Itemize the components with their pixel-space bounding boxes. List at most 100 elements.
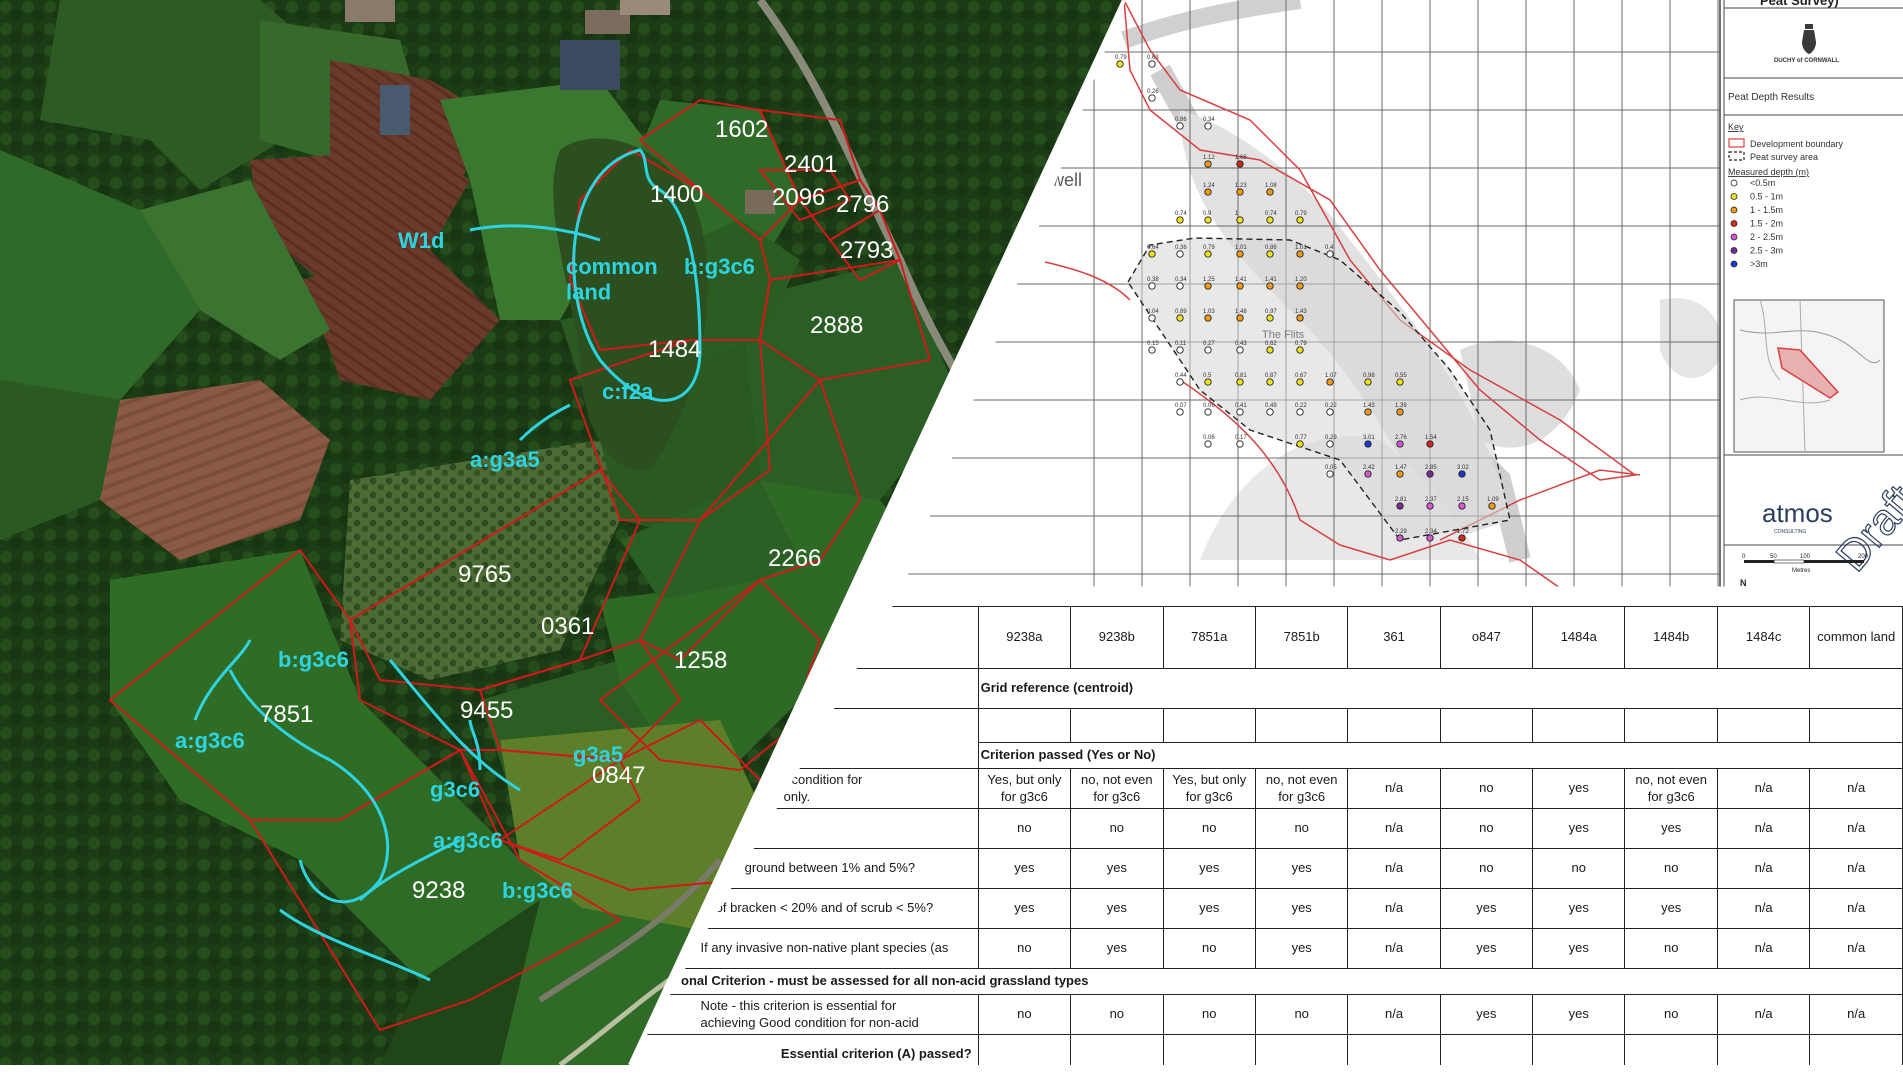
table-cell: yes: [1162, 888, 1256, 929]
table-cell: yes: [1439, 888, 1534, 929]
table-cell: no: [1162, 928, 1256, 969]
depth-point-marker: [1116, 60, 1124, 68]
depth-value-label: 0.06: [1203, 435, 1215, 441]
depth-point-marker: [1364, 440, 1372, 448]
depth-point-marker: [1296, 440, 1304, 448]
table-row: ght varied? no no no no n/a no yes yes n…: [630, 808, 1903, 849]
habitat-label: W1d: [398, 228, 444, 253]
table-cell: yes: [1254, 888, 1349, 929]
depth-value-label: 1.23: [1235, 183, 1247, 189]
section-heading: onal Criterion - must be assessed for al…: [630, 968, 1903, 995]
depth-point-marker: [1148, 346, 1156, 354]
table-cell: n/a: [1716, 848, 1811, 889]
table-cell: no: [1624, 994, 1718, 1035]
scale-label: 100: [1800, 554, 1811, 560]
depth-value-label: 0.06: [1203, 403, 1215, 409]
depth-value-label: 0.81: [1235, 373, 1247, 379]
depth-value-label: 1.48: [1235, 309, 1247, 315]
map-title: Peat Depth Results: [1728, 92, 1814, 103]
habitat-label: g3c6: [430, 777, 480, 802]
depth-value-label: 1.24: [1203, 183, 1215, 189]
depth-value-label: 0.22: [1325, 403, 1337, 409]
depth-point-marker: [1204, 440, 1212, 448]
table-cell: no: [1439, 848, 1534, 889]
depth-point-marker: [1296, 346, 1304, 354]
legend-swatch: [1730, 193, 1738, 200]
depth-value-label: 0.26: [1147, 89, 1159, 95]
table-cell: n/a: [1716, 994, 1811, 1035]
table-cell: no, not even for g3c6: [1624, 768, 1718, 809]
depth-value-label: 1.72: [1457, 529, 1469, 535]
table-cell: yes: [1254, 848, 1349, 889]
depth-point-marker: [1426, 534, 1434, 542]
table-cell: yes: [1532, 888, 1626, 929]
legend-swatch: [1730, 179, 1738, 187]
depth-point-marker: [1266, 188, 1274, 196]
parcel-number: 9455: [460, 697, 513, 724]
depth-value-label: 0.67: [1295, 373, 1307, 379]
depth-value-label: 0.86: [1175, 117, 1187, 123]
depth-point-marker: [1266, 346, 1274, 354]
table-cell: yes: [977, 888, 1072, 929]
depth-value-label: 0.5: [1203, 373, 1212, 379]
column-header: 1484a: [1532, 606, 1626, 669]
parcel-number: 2096: [772, 184, 825, 211]
depth-point-marker: [1204, 346, 1212, 354]
depth-value-label: 1.08: [1265, 183, 1277, 189]
table-cell: no: [977, 808, 1072, 849]
parcel-number: 2888: [810, 312, 863, 339]
table-cell: n/a: [1347, 848, 1441, 889]
section-row: onal Criterion - must be assessed for al…: [630, 968, 1903, 995]
depth-value-label: 1.12: [1203, 155, 1215, 161]
legend-swatch: [1730, 233, 1738, 241]
table-cell: no: [1070, 994, 1164, 1035]
depth-value-label: 1.07: [1325, 373, 1337, 379]
depth-value-label: 1.43: [1295, 309, 1307, 315]
habitat-label: a:g3a5: [470, 447, 540, 472]
depth-point-marker: [1176, 314, 1184, 322]
depth-point-marker: [1326, 378, 1334, 386]
depth-point-marker: [1396, 440, 1404, 448]
table-row: of bare ground between 1% and 5%? yes ye…: [630, 848, 1903, 889]
depth-value-label: 0.17: [1235, 435, 1247, 441]
habitat-label: g3a5: [573, 742, 623, 767]
scale-label: 200: [1858, 554, 1869, 560]
table-cell: yes: [1439, 994, 1534, 1035]
parcel-number: 2266: [768, 545, 821, 572]
table-cell: n/a: [1716, 768, 1811, 809]
depth-point-marker: [1266, 408, 1274, 416]
area-label: The Flits: [1262, 329, 1305, 341]
depth-point-marker: [1364, 470, 1372, 478]
table-cell: yes: [1162, 848, 1256, 889]
section-heading: Criterion passed (Yes or No): [977, 742, 1903, 769]
depth-value-label: 0.87: [1265, 373, 1277, 379]
table-cell: n/a: [1809, 808, 1903, 849]
depth-point-marker: [1266, 314, 1274, 322]
depth-value-label: 0.77: [1295, 435, 1307, 441]
depth-value-label: 0.43: [1235, 341, 1247, 347]
table-row: Note - this criterion is essential for a…: [630, 994, 1903, 1035]
depth-value-label: 1.01: [1295, 245, 1307, 251]
depth-value-label: 0.29: [1325, 435, 1337, 441]
depth-point-marker: [1326, 470, 1334, 478]
depth-point-marker: [1396, 408, 1404, 416]
depth-point-marker: [1396, 534, 1404, 542]
depth-value-label: 1.09: [1487, 497, 1499, 503]
table-cell: yes: [977, 848, 1072, 889]
table-cell: n/a: [1716, 808, 1811, 849]
table-cell: n/a: [1347, 994, 1441, 1035]
table-cell: n/a: [1716, 928, 1811, 969]
legend-label: 1 - 1.5m: [1750, 205, 1783, 215]
depth-value-label: 0.74: [1265, 211, 1277, 217]
table-cell: yes: [1532, 808, 1626, 849]
table-cell: n/a: [1809, 994, 1903, 1035]
legend-label: 1.5 - 2m: [1750, 219, 1783, 229]
depth-point-marker: [1396, 470, 1404, 478]
depth-point-marker: [1296, 216, 1304, 224]
depth-value-label: 2.37: [1425, 497, 1437, 503]
title-block-top: Peat Survey): [1760, 0, 1839, 8]
depth-value-label: 0.79: [1115, 55, 1127, 61]
table-cell: Yes, but only for g3c6: [1162, 768, 1256, 809]
depth-point-marker: [1326, 250, 1334, 258]
section-heading: Grid reference (centroid): [977, 668, 1903, 709]
